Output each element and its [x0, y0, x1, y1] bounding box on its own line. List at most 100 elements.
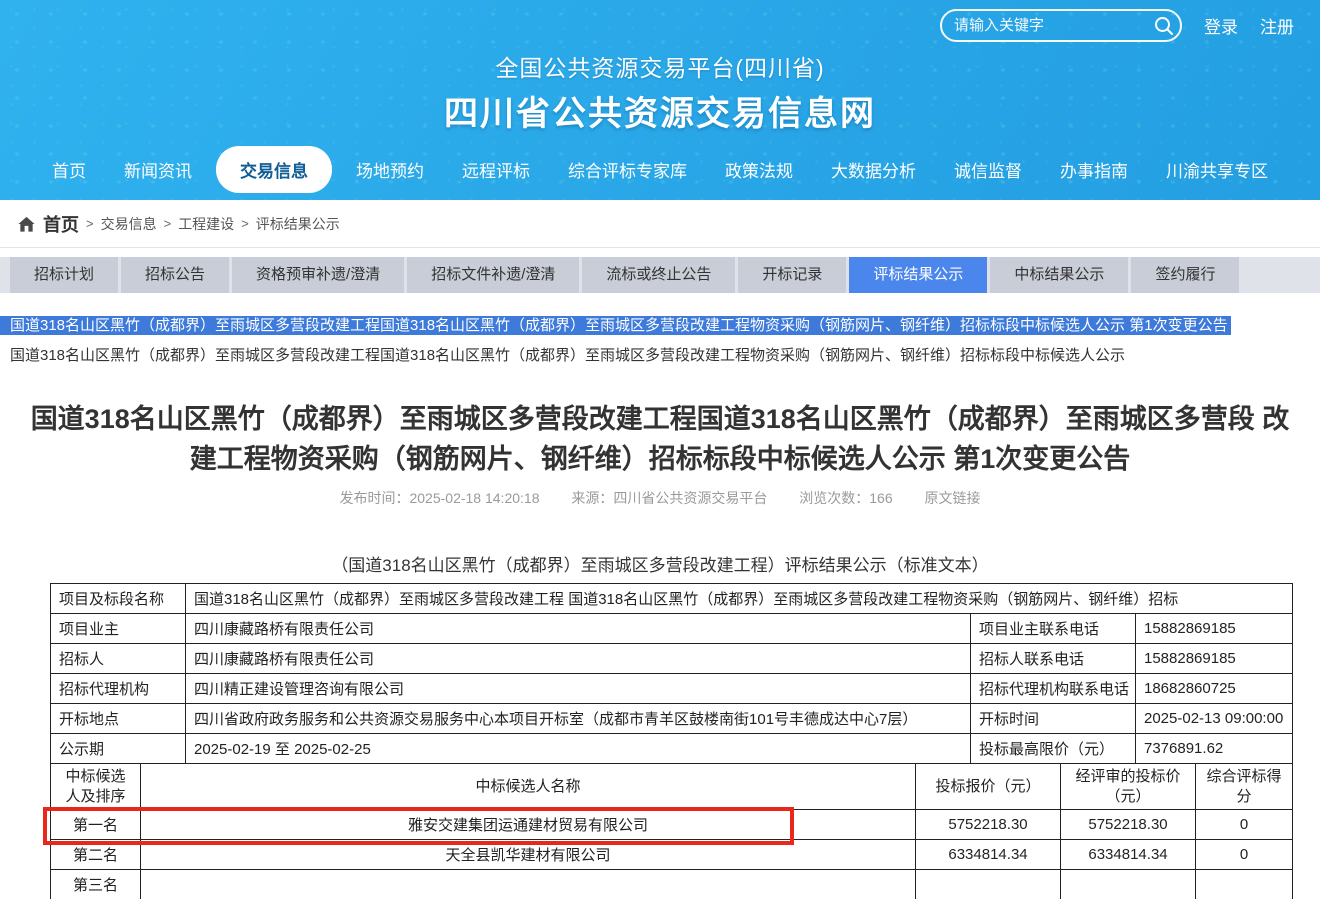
- cand-bid: [916, 870, 1061, 899]
- cand-header-cell: 中标候选人及排序: [51, 764, 141, 810]
- info-value-2: 2025-02-13 09:00:00: [1136, 704, 1293, 734]
- cand-name: 雅安交建集团运通建材贸易有限公司: [141, 810, 916, 840]
- cand-reviewed: 5752218.30: [1061, 810, 1196, 840]
- view-count: 浏览次数：166: [799, 490, 892, 506]
- info-value: 四川省政府政务服务和公共资源交易服务中心本项目开标室（成都市青羊区鼓楼南街101…: [186, 704, 971, 734]
- publish-time: 发布时间：2025-02-18 14:20:18: [339, 490, 539, 506]
- info-label-2: 招标人联系电话: [971, 644, 1136, 674]
- nav-item[interactable]: 首页: [38, 147, 100, 192]
- selected-list-item: 国道318名山区黑竹（成都界）至雨城区多营段改建工程国道318名山区黑竹（成都界…: [10, 315, 1310, 336]
- info-row: 项目业主四川康藏路桥有限责任公司项目业主联系电话15882869185: [51, 614, 1293, 644]
- info-value: 四川康藏路桥有限责任公司: [186, 614, 971, 644]
- info-value: 2025-02-19 至 2025-02-25: [186, 734, 971, 764]
- cand-table-body: 第一名雅安交建集团运通建材贸易有限公司5752218.305752218.300…: [51, 810, 1293, 899]
- cand-score: [1196, 870, 1293, 899]
- article-meta: 发布时间：2025-02-18 14:20:18 来源：四川省公共资源交易平台 …: [10, 488, 1310, 508]
- nav-item[interactable]: 诚信监督: [940, 147, 1036, 192]
- tab[interactable]: 签约履行: [1131, 257, 1239, 293]
- search-icon[interactable]: [1153, 15, 1175, 37]
- breadcrumb-separator: >: [86, 216, 94, 231]
- info-label: 项目及标段名称: [51, 584, 186, 614]
- info-value: 四川精正建设管理咨询有限公司: [186, 674, 971, 704]
- breadcrumb-item[interactable]: 交易信息: [101, 214, 157, 234]
- nav-item[interactable]: 综合评标专家库: [554, 147, 701, 192]
- cand-header-cell: 综合评标得分: [1196, 764, 1293, 810]
- info-label-2: 投标最高限价（元）: [971, 734, 1136, 764]
- tab[interactable]: 招标公告: [121, 257, 229, 293]
- nav-item[interactable]: 川渝共享专区: [1152, 147, 1282, 192]
- breadcrumb-separator: >: [164, 216, 172, 231]
- breadcrumb: 首页 > 交易信息 > 工程建设 > 评标结果公示: [0, 200, 1320, 248]
- cand-rank: 第一名: [51, 810, 141, 840]
- info-label-2: 招标代理机构联系电话: [971, 674, 1136, 704]
- nav-item[interactable]: 办事指南: [1046, 147, 1142, 192]
- cand-rank: 第三名: [51, 870, 141, 899]
- info-row: 招标人四川康藏路桥有限责任公司招标人联系电话15882869185: [51, 644, 1293, 674]
- nav-item[interactable]: 大数据分析: [817, 147, 930, 192]
- breadcrumb-item[interactable]: 评标结果公示: [256, 214, 340, 234]
- info-row: 招标代理机构四川精正建设管理咨询有限公司招标代理机构联系电话1868286072…: [51, 674, 1293, 704]
- cand-header-cell: 中标候选人名称: [141, 764, 916, 810]
- info-label: 开标地点: [51, 704, 186, 734]
- cand-reviewed: 6334814.34: [1061, 840, 1196, 870]
- tab[interactable]: 资格预审补遗/澄清: [232, 257, 404, 293]
- info-label: 招标人: [51, 644, 186, 674]
- tab[interactable]: 招标计划: [10, 257, 118, 293]
- home-icon[interactable]: [17, 215, 36, 233]
- cand-row: 第一名雅安交建集团运通建材贸易有限公司5752218.305752218.300: [51, 810, 1293, 840]
- cand-row: 第三名: [51, 870, 1293, 899]
- breadcrumb-item[interactable]: 工程建设: [178, 214, 234, 234]
- info-label: 招标代理机构: [51, 674, 186, 704]
- main-nav: 首页新闻资讯交易信息场地预约远程评标综合评标专家库政策法规大数据分析诚信监督办事…: [0, 146, 1320, 192]
- nav-item[interactable]: 交易信息: [216, 146, 332, 193]
- register-link[interactable]: 注册: [1260, 13, 1294, 38]
- selected-list-item-link[interactable]: 国道318名山区黑竹（成都界）至雨城区多营段改建工程国道318名山区黑竹（成都界…: [0, 316, 1231, 335]
- info-row: 开标地点四川省政府政务服务和公共资源交易服务中心本项目开标室（成都市青羊区鼓楼南…: [51, 704, 1293, 734]
- info-value-2: 18682860725: [1136, 674, 1293, 704]
- info-row: 公示期2025-02-19 至 2025-02-25投标最高限价（元）73768…: [51, 734, 1293, 764]
- info-label: 公示期: [51, 734, 186, 764]
- cand-name: 天全县凯华建材有限公司: [141, 840, 916, 870]
- info-row: 项目及标段名称国道318名山区黑竹（成都界）至雨城区多营段改建工程 国道318名…: [51, 584, 1293, 614]
- info-value-2: 15882869185: [1136, 644, 1293, 674]
- cand-bid: 6334814.34: [916, 840, 1061, 870]
- nav-item[interactable]: 场地预约: [342, 147, 438, 192]
- tab[interactable]: 评标结果公示: [849, 257, 987, 293]
- nav-item[interactable]: 远程评标: [448, 147, 544, 192]
- list-item-link[interactable]: 国道318名山区黑竹（成都界）至雨城区多营段改建工程国道318名山区黑竹（成都界…: [10, 345, 1310, 366]
- breadcrumb-item[interactable]: 首页: [43, 211, 79, 237]
- cand-row: 第二名天全县凯华建材有限公司6334814.346334814.340: [51, 840, 1293, 870]
- cand-bid: 5752218.30: [916, 810, 1061, 840]
- header-top: 登录 注册: [0, 0, 1320, 42]
- result-tables: 项目及标段名称国道318名山区黑竹（成都界）至雨城区多营段改建工程 国道318名…: [50, 583, 1272, 899]
- content: 国道318名山区黑竹（成都界）至雨城区多营段改建工程国道318名山区黑竹（成都界…: [0, 315, 1320, 899]
- info-value-2: 15882869185: [1136, 614, 1293, 644]
- tab[interactable]: 开标记录: [738, 257, 846, 293]
- cand-name: [141, 870, 916, 899]
- breadcrumb-separator: >: [241, 216, 249, 231]
- search-box: [940, 9, 1182, 42]
- login-link[interactable]: 登录: [1204, 13, 1238, 38]
- cand-header-row: 中标候选人及排序中标候选人名称投标报价（元）经评审的投标价（元）综合评标得分: [51, 764, 1293, 810]
- site-subtitle: 全国公共资源交易平台(四川省): [0, 49, 1320, 83]
- cand-rank: 第二名: [51, 840, 141, 870]
- nav-item[interactable]: 新闻资讯: [110, 147, 206, 192]
- info-label: 项目业主: [51, 614, 186, 644]
- info-value-2: 7376891.62: [1136, 734, 1293, 764]
- tab-bar: 招标计划招标公告资格预审补遗/澄清招标文件补遗/澄清流标或终止公告开标记录评标结…: [0, 257, 1320, 293]
- cand-header-cell: 经评审的投标价（元）: [1061, 764, 1196, 810]
- tab[interactable]: 招标文件补遗/澄清: [407, 257, 579, 293]
- tab[interactable]: 流标或终止公告: [582, 257, 735, 293]
- original-link[interactable]: 原文链接: [925, 490, 981, 506]
- article-title: 国道318名山区黑竹（成都界）至雨城区多营段改建工程国道318名山区黑竹（成都界…: [18, 399, 1302, 479]
- cand-header-cell: 投标报价（元）: [916, 764, 1061, 810]
- cand-score: 0: [1196, 810, 1293, 840]
- tab[interactable]: 中标结果公示: [990, 257, 1128, 293]
- nav-item[interactable]: 政策法规: [711, 147, 807, 192]
- site-header: 登录 注册 全国公共资源交易平台(四川省) 四川省公共资源交易信息网 首页新闻资…: [0, 0, 1320, 200]
- table-caption: （国道318名山区黑竹（成都界）至雨城区多营段改建工程）评标结果公示（标准文本）: [10, 551, 1310, 576]
- info-label-2: 项目业主联系电话: [971, 614, 1136, 644]
- info-value: 国道318名山区黑竹（成都界）至雨城区多营段改建工程 国道318名山区黑竹（成都…: [186, 584, 1293, 614]
- candidates-table: 中标候选人及排序中标候选人名称投标报价（元）经评审的投标价（元）综合评标得分 第…: [50, 763, 1293, 899]
- search-input[interactable]: [954, 17, 1153, 34]
